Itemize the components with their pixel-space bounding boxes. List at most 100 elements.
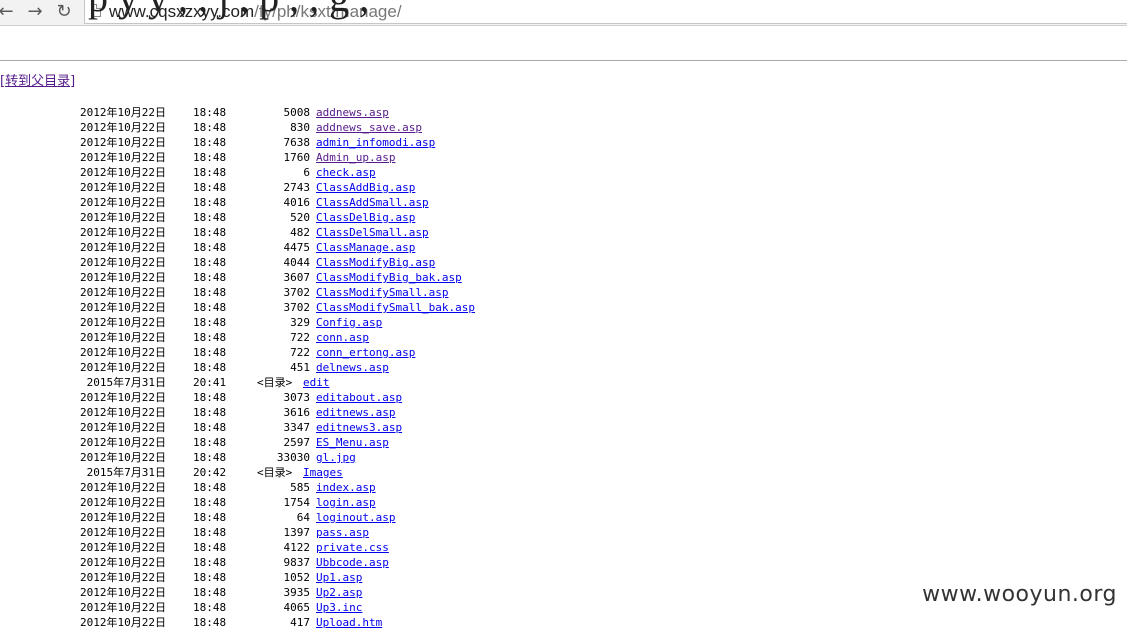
- entry-date: 2012年10月22日: [80, 301, 166, 314]
- file-link[interactable]: addnews_save.asp: [316, 120, 422, 135]
- entry-time: 18:48: [193, 106, 227, 119]
- directory-link[interactable]: Images: [303, 465, 343, 480]
- entry-date: 2012年10月22日: [80, 331, 166, 344]
- file-link[interactable]: Config.asp: [316, 315, 382, 330]
- parent-directory-link[interactable]: [转到父目录]: [0, 74, 75, 90]
- file-row: 2012年10月22日 18:48 2743 ClassAddBig.asp: [0, 180, 700, 195]
- file-row: 2012年10月22日 18:48 451 delnews.asp: [0, 360, 700, 375]
- entry-date: 2012年10月22日: [80, 571, 166, 584]
- entry-time: 18:48: [193, 346, 227, 359]
- entry-size: 33030: [276, 451, 310, 464]
- file-link[interactable]: conn.asp: [316, 330, 369, 345]
- file-row: 2012年10月22日 18:48 4122 private.css: [0, 540, 700, 555]
- entry-size: 520: [290, 211, 310, 224]
- entry-time: 18:48: [193, 241, 227, 254]
- back-button[interactable]: ←: [0, 2, 16, 22]
- file-row: 2012年10月22日 18:48 4065 Up3.inc: [0, 600, 700, 615]
- entry-time: 18:48: [193, 286, 227, 299]
- entry-size: 1397: [283, 526, 311, 539]
- entry-time: 18:48: [193, 481, 227, 494]
- file-link[interactable]: index.asp: [316, 480, 376, 495]
- file-link[interactable]: ClassAddBig.asp: [316, 180, 415, 195]
- file-link[interactable]: ClassManage.asp: [316, 240, 415, 255]
- entry-date: 2012年10月22日: [80, 451, 166, 464]
- file-link[interactable]: ClassModifySmall_bak.asp: [316, 300, 475, 315]
- file-row: 2012年10月22日 18:48 3935 Up2.asp: [0, 585, 700, 600]
- entry-size: 3347: [283, 421, 311, 434]
- file-link[interactable]: ClassDelSmall.asp: [316, 225, 429, 240]
- file-row: 2012年10月22日 18:48 2597 ES_Menu.asp: [0, 435, 700, 450]
- arrow-left-icon: ←: [0, 1, 14, 22]
- file-row: 2012年10月22日 18:48 3702 ClassModifySmall.asp: [0, 285, 700, 300]
- entry-time: 18:48: [193, 211, 227, 224]
- file-row: 2012年10月22日 18:48 722 conn.asp: [0, 330, 700, 345]
- file-link[interactable]: editnews.asp: [316, 405, 395, 420]
- watermark: www.wooyun.org: [922, 582, 1117, 607]
- file-link[interactable]: ES_Menu.asp: [316, 435, 389, 450]
- entry-time: 18:48: [193, 226, 227, 239]
- file-link[interactable]: loginout.asp: [316, 510, 395, 525]
- file-row: 2012年10月22日 18:48 1754 login.asp: [0, 495, 700, 510]
- entry-size: 5008: [283, 106, 311, 119]
- file-link[interactable]: editabout.asp: [316, 390, 402, 405]
- forward-button[interactable]: →: [25, 2, 45, 22]
- reload-button[interactable]: ↻: [54, 2, 74, 22]
- file-link[interactable]: editnews3.asp: [316, 420, 402, 435]
- file-row: 2012年10月22日 18:48 4016 ClassAddSmall.asp: [0, 195, 700, 210]
- file-link[interactable]: ClassDelBig.asp: [316, 210, 415, 225]
- file-link[interactable]: Admin_up.asp: [316, 150, 395, 165]
- file-row: 2012年10月22日 18:48 9837 Ubbcode.asp: [0, 555, 700, 570]
- file-link[interactable]: Up2.asp: [316, 585, 362, 600]
- entry-size: 3702: [283, 286, 311, 299]
- file-row: 2012年10月22日 18:48 7638 admin_infomodi.asp: [0, 135, 700, 150]
- file-link[interactable]: Up3.inc: [316, 600, 362, 615]
- entry-size: 1760: [283, 151, 311, 164]
- entry-date: 2012年10月22日: [80, 436, 166, 449]
- directory-link[interactable]: edit: [303, 375, 330, 390]
- file-link[interactable]: private.css: [316, 540, 389, 555]
- file-link[interactable]: ClassModifyBig.asp: [316, 255, 435, 270]
- entry-size: 482: [290, 226, 310, 239]
- file-link[interactable]: gl.jpg: [316, 450, 356, 465]
- entry-date: 2012年10月22日: [80, 241, 166, 254]
- entry-time: 18:48: [193, 316, 227, 329]
- file-link[interactable]: ClassAddSmall.asp: [316, 195, 429, 210]
- entry-time: 18:48: [193, 586, 227, 599]
- entry-time: 18:48: [193, 496, 227, 509]
- file-link[interactable]: addnews.asp: [316, 105, 389, 120]
- entry-date: 2012年10月22日: [80, 556, 166, 569]
- entry-size: 3616: [283, 406, 311, 419]
- file-link[interactable]: login.asp: [316, 495, 376, 510]
- file-link[interactable]: pass.asp: [316, 525, 369, 540]
- file-link[interactable]: check.asp: [316, 165, 376, 180]
- entry-date: 2012年10月22日: [80, 271, 166, 284]
- arrow-right-icon: →: [27, 1, 43, 22]
- file-link[interactable]: ClassModifyBig_bak.asp: [316, 270, 462, 285]
- entry-date: 2012年10月22日: [80, 511, 166, 524]
- file-link[interactable]: Up1.asp: [316, 570, 362, 585]
- entry-size: 585: [290, 481, 310, 494]
- file-link[interactable]: Upload.htm: [316, 615, 382, 630]
- entry-size: 830: [290, 121, 310, 134]
- entry-time: 18:48: [193, 121, 227, 134]
- entry-time: 18:48: [193, 616, 227, 629]
- entry-date: 2012年10月22日: [80, 136, 166, 149]
- entry-date: 2012年10月22日: [80, 346, 166, 359]
- entry-date: 2015年7月31日: [86, 376, 166, 389]
- entry-time: 18:48: [193, 271, 227, 284]
- file-link[interactable]: delnews.asp: [316, 360, 389, 375]
- entry-date: 2012年10月22日: [80, 526, 166, 539]
- file-link[interactable]: conn_ertong.asp: [316, 345, 415, 360]
- file-link[interactable]: admin_infomodi.asp: [316, 135, 435, 150]
- entry-size: 329: [290, 316, 310, 329]
- entry-size: 3702: [283, 301, 311, 314]
- entry-size: 1754: [283, 496, 311, 509]
- entry-date: 2012年10月22日: [80, 151, 166, 164]
- entry-size: 3935: [283, 586, 311, 599]
- file-row: 2012年10月22日 18:48 3616 editnews.asp: [0, 405, 700, 420]
- file-row: 2012年10月22日 18:48 64 loginout.asp: [0, 510, 700, 525]
- entry-time: 20:42: [193, 466, 227, 479]
- entry-time: 18:48: [193, 421, 227, 434]
- file-link[interactable]: Ubbcode.asp: [316, 555, 389, 570]
- file-link[interactable]: ClassModifySmall.asp: [316, 285, 448, 300]
